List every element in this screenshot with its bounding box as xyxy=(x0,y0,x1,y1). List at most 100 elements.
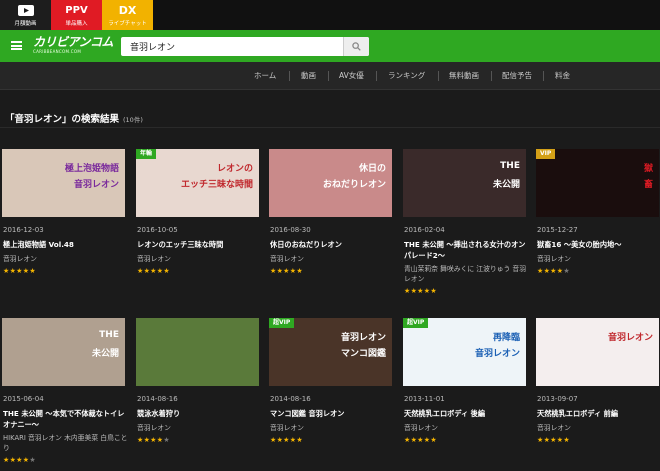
service-livechat[interactable]: DX ライブチャット xyxy=(102,0,153,30)
nav-pricing[interactable]: 料金 xyxy=(555,62,570,90)
actress-names[interactable]: 音羽レオン xyxy=(537,254,660,264)
star-icon: ★ xyxy=(563,435,570,444)
search-box xyxy=(121,37,369,56)
video-thumbnail[interactable]: THE 未公開 xyxy=(403,149,526,217)
dx-icon: DX xyxy=(118,4,137,17)
rating-stars: ★★★★★ xyxy=(537,267,570,275)
service-monthly-video[interactable]: 月額動画 xyxy=(0,0,51,30)
actress-names[interactable]: 音羽レオン xyxy=(270,423,396,433)
service-ppv[interactable]: PPV 単品購入 xyxy=(51,0,102,30)
actress-names[interactable]: 音羽レオン xyxy=(404,423,530,433)
nav-actresses[interactable]: AV女優 xyxy=(339,62,364,90)
video-card[interactable]: THE 未公開 2015-06-04 THE 未公開 ～本気で不体裁なトイレオナニー～… xyxy=(2,318,127,468)
main-nav: ホーム 動画 AV女優 ランキング 無料動画 配信予告 料金 xyxy=(0,62,660,90)
star-icon: ★ xyxy=(16,456,23,464)
video-thumbnail[interactable]: レオンの エッチ三昧な時間 年輪 xyxy=(136,149,259,217)
video-title[interactable]: THE 未公開 ～挿出される女汁のオンパレード2～ xyxy=(404,240,530,261)
video-title[interactable]: 競泳水着狩り xyxy=(137,409,263,420)
nav-ranking[interactable]: ランキング xyxy=(388,62,425,90)
actress-names[interactable]: 音羽レオン xyxy=(3,254,129,264)
video-card[interactable]: レオンの エッチ三昧な時間 年輪 2016-10-05 レオンのエッチ三昧な時間 音羽レオ… xyxy=(136,149,259,299)
thumbnail-caption: レオンの xyxy=(216,164,253,174)
video-thumbnail[interactable]: 極上泡姫物語 音羽レオン xyxy=(2,149,125,217)
star-icon: ★ xyxy=(550,435,557,444)
actress-names[interactable]: 青山茉莉奈 舞咲みくに 江波りゅう 音羽レオン xyxy=(404,264,530,284)
nav-schedule[interactable]: 配信予告 xyxy=(502,62,532,90)
video-card[interactable]: 音羽レオン マンコ図鑑 超VIP 2014-08-16 マンコ図鑑 音羽レオン 音羽レオン… xyxy=(269,318,392,468)
star-icon: ★ xyxy=(3,266,10,275)
video-card[interactable]: 再降臨 音羽レオン 超VIP 2013-11-01 天然桃乳エロボディ 後編 音羽レオン ★… xyxy=(403,318,526,468)
hamburger-menu-icon[interactable] xyxy=(11,41,22,50)
rating-stars: ★★★★★ xyxy=(270,436,303,444)
video-thumbnail[interactable]: 音羽レオン xyxy=(536,318,659,386)
release-date: 2013-11-01 xyxy=(404,395,445,403)
star-icon: ★ xyxy=(537,266,544,275)
star-icon: ★ xyxy=(283,266,290,275)
star-icon: ★ xyxy=(417,435,424,444)
nav-free-videos[interactable]: 無料動画 xyxy=(449,62,479,90)
release-date: 2016-02-04 xyxy=(404,226,445,234)
video-title[interactable]: マンコ図鑑 音羽レオン xyxy=(270,409,396,420)
site-logo[interactable]: カリビアンコム CARIBBEANCOM.COM xyxy=(33,35,114,57)
video-card[interactable]: 獄畜 VIP 2015-12-27 獄畜16 ～美女の胎内地～ 音羽レオン ★★★★★ xyxy=(536,149,659,299)
star-icon: ★ xyxy=(537,435,544,444)
rating-stars: ★★★★★ xyxy=(3,456,36,464)
video-card[interactable]: 2014-08-16 競泳水着狩り 音羽レオン ★★★★★ xyxy=(136,318,259,468)
nav-divider xyxy=(328,71,329,81)
nav-divider xyxy=(376,71,377,81)
release-date: 2013-09-07 xyxy=(537,395,578,403)
thumbnail-caption: 音羽レオン xyxy=(340,333,386,343)
video-thumbnail[interactable]: THE 未公開 xyxy=(2,318,125,386)
nav-videos[interactable]: 動画 xyxy=(301,62,316,90)
star-icon: ★ xyxy=(270,435,277,444)
video-title[interactable]: レオンのエッチ三昧な時間 xyxy=(137,240,263,251)
logo-subtext: CARIBBEANCOM.COM xyxy=(33,49,82,54)
results-count: (10件) xyxy=(123,116,143,124)
play-icon xyxy=(17,4,34,18)
video-thumbnail[interactable]: 獄畜 VIP xyxy=(536,149,659,217)
release-date: 2015-12-27 xyxy=(537,226,578,234)
star-icon: ★ xyxy=(163,435,170,444)
video-card[interactable]: 極上泡姫物語 音羽レオン 2016-12-03 極上泡姫物語 Vol.48 音羽レオン ★… xyxy=(2,149,125,299)
results-heading: 「音羽レオン」の検索結果 (10件) xyxy=(5,111,143,125)
star-icon: ★ xyxy=(163,266,170,275)
video-title[interactable]: 天然桃乳エロボディ 前編 xyxy=(537,409,660,420)
thumbnail-caption: THE xyxy=(500,161,520,171)
service-label: 単品購入 xyxy=(65,20,88,27)
actress-names[interactable]: 音羽レオン xyxy=(137,254,263,264)
video-thumbnail[interactable]: 休日の おねだりレオン xyxy=(269,149,392,217)
video-thumbnail[interactable]: 音羽レオン マンコ図鑑 超VIP xyxy=(269,318,392,386)
video-title[interactable]: 獄畜16 ～美女の胎内地～ xyxy=(537,240,660,251)
actress-names[interactable]: 音羽レオン xyxy=(137,423,263,433)
thumbnail-caption: 再降臨 xyxy=(492,333,520,343)
actress-names[interactable]: HIKARI 音羽レオン 木内亜美菜 白鳥ことり xyxy=(3,433,129,453)
star-icon: ★ xyxy=(137,266,144,275)
results-title: 「音羽レオン」の検索結果 xyxy=(5,114,120,125)
actress-names[interactable]: 音羽レオン xyxy=(270,254,396,264)
search-input[interactable] xyxy=(121,37,343,56)
actress-names[interactable]: 音羽レオン xyxy=(537,423,660,433)
video-thumbnail[interactable] xyxy=(136,318,259,386)
release-date: 2016-12-03 xyxy=(3,226,44,234)
thumbnail-caption: マンコ図鑑 xyxy=(340,349,386,359)
video-title[interactable]: 極上泡姫物語 Vol.48 xyxy=(3,240,129,251)
nav-home[interactable]: ホーム xyxy=(254,62,276,90)
video-card[interactable]: THE 未公開 2016-02-04 THE 未公開 ～挿出される女汁のオンパレード2… xyxy=(403,149,526,299)
rating-stars: ★★★★★ xyxy=(404,436,437,444)
thumbnail-caption: 極上泡姫物語 xyxy=(64,164,119,174)
nav-divider xyxy=(491,71,492,81)
service-bar: 月額動画 PPV 単品購入 DX ライブチャット xyxy=(0,0,660,30)
video-card[interactable]: 休日の おねだりレオン 2016-08-30 休日のおねだりレオン 音羽レオン ★★★★★ xyxy=(269,149,392,299)
video-title[interactable]: THE 未公開 ～本気で不体裁なトイレオナニー～ xyxy=(3,409,129,430)
search-icon xyxy=(352,42,361,51)
vip-badge: VIP xyxy=(536,149,556,159)
video-title[interactable]: 天然桃乳エロボディ 後編 xyxy=(404,409,530,420)
thumbnail-caption: 畜 xyxy=(643,180,653,190)
video-card[interactable]: 音羽レオン 2013-09-07 天然桃乳エロボディ 前編 音羽レオン ★★★★★ xyxy=(536,318,659,468)
video-title[interactable]: 休日のおねだりレオン xyxy=(270,240,396,251)
star-icon: ★ xyxy=(137,435,144,444)
service-label: ライブチャット xyxy=(108,20,147,27)
video-thumbnail[interactable]: 再降臨 音羽レオン 超VIP xyxy=(403,318,526,386)
thumbnail-caption: エッチ三昧な時間 xyxy=(180,180,253,190)
search-button[interactable] xyxy=(343,37,369,56)
